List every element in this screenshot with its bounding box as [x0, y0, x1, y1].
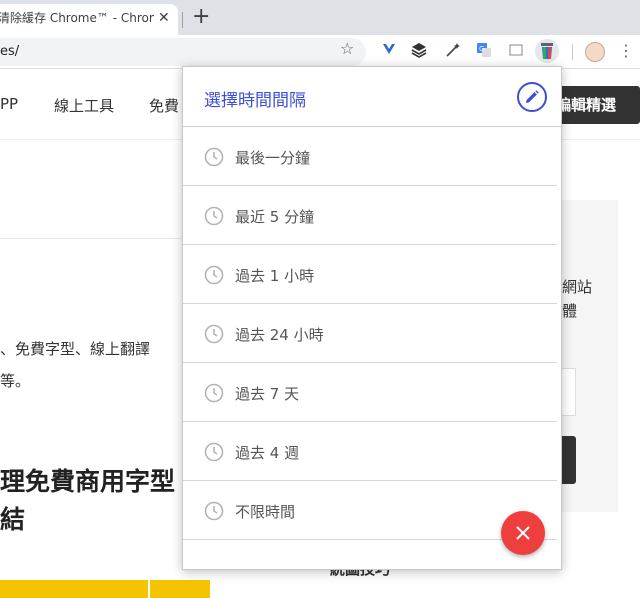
option-last-7-days[interactable]: 過去 7 天	[183, 363, 557, 422]
option-last-minute[interactable]: 最後一分鐘	[183, 127, 557, 186]
close-icon	[516, 526, 530, 540]
article-text-line: 等。	[0, 372, 31, 390]
option-last-5-minutes[interactable]: 最近 5 分鐘	[183, 186, 557, 245]
banner-divider	[148, 580, 150, 598]
option-last-4-weeks[interactable]: 過去 4 週	[183, 422, 557, 481]
tab-title: 清除緩存 Chrome™ - Chrome 網路應用程式商店	[0, 11, 154, 25]
tab-separator	[182, 12, 183, 28]
url-text: es/	[0, 44, 20, 59]
clock-icon	[204, 501, 224, 521]
option-last-24-hours[interactable]: 過去 24 小時	[183, 304, 557, 363]
time-range-popup: 選擇時間間隔 最後一分鐘 最近 5 分鐘 過去 1 小時 過去 24 小時 過去…	[182, 66, 562, 570]
clock-icon	[204, 383, 224, 403]
option-label: 最近 5 分鐘	[235, 208, 315, 226]
pencil-icon	[526, 90, 539, 103]
sidebar-subscribe-button[interactable]	[560, 436, 576, 484]
vee-icon[interactable]	[380, 42, 398, 60]
nav-item-app[interactable]: PP	[0, 95, 18, 113]
clear-cache-icon[interactable]	[535, 39, 559, 63]
option-label: 不限時間	[235, 503, 296, 521]
clock-icon	[204, 442, 224, 462]
bookmark-star-icon[interactable]: ☆	[340, 39, 354, 58]
sidebar-text: 體	[562, 302, 578, 320]
option-label: 最後一分鐘	[235, 149, 311, 167]
option-label: 過去 7 天	[235, 385, 300, 403]
tab-bar: 清除緩存 Chrome™ - Chrome 網路應用程式商店 ✕ +	[0, 0, 640, 35]
browser-tab[interactable]: 清除緩存 Chrome™ - Chrome 網路應用程式商店 ✕	[0, 4, 178, 35]
browser-menu-icon[interactable]: ⋮	[618, 39, 634, 63]
clock-icon	[204, 265, 224, 285]
close-fab-button[interactable]	[501, 511, 545, 555]
clock-icon	[204, 324, 224, 344]
profile-avatar[interactable]	[585, 42, 605, 62]
svg-text:G: G	[479, 45, 484, 53]
edit-button[interactable]	[517, 82, 547, 112]
tab-close-icon[interactable]: ✕	[158, 4, 170, 32]
article-text-line: 、免費字型、線上翻譯	[0, 340, 151, 358]
option-last-hour[interactable]: 過去 1 小時	[183, 245, 557, 304]
nav-item-free[interactable]: 免費	[149, 95, 179, 116]
popup-header: 選擇時間間隔	[183, 67, 561, 127]
clock-icon	[204, 206, 224, 226]
sidebar-email-field[interactable]	[560, 368, 576, 416]
option-label: 過去 4 週	[235, 444, 300, 462]
banner-strip	[0, 580, 210, 598]
option-label: 過去 24 小時	[235, 326, 324, 344]
window-icon[interactable]	[507, 42, 525, 60]
article-heading: 理免費商用字型	[0, 467, 176, 496]
toolbar-separator	[572, 44, 573, 60]
divider	[0, 238, 182, 239]
article-heading: 結	[0, 505, 26, 534]
translate-icon[interactable]: G	[475, 42, 493, 60]
new-tab-button[interactable]: +	[192, 3, 210, 31]
nav-item-online-tools[interactable]: 線上工具	[54, 95, 114, 116]
sidebar-text: 網站	[562, 278, 593, 296]
popup-title: 選擇時間間隔	[204, 91, 306, 111]
option-label: 過去 1 小時	[235, 267, 315, 285]
address-bar[interactable]: es/	[0, 38, 366, 66]
magic-wand-icon[interactable]	[444, 42, 462, 60]
layers-icon[interactable]	[410, 42, 428, 60]
clock-icon	[204, 147, 224, 167]
browser-toolbar: es/ ☆ G ⋮	[0, 35, 640, 69]
